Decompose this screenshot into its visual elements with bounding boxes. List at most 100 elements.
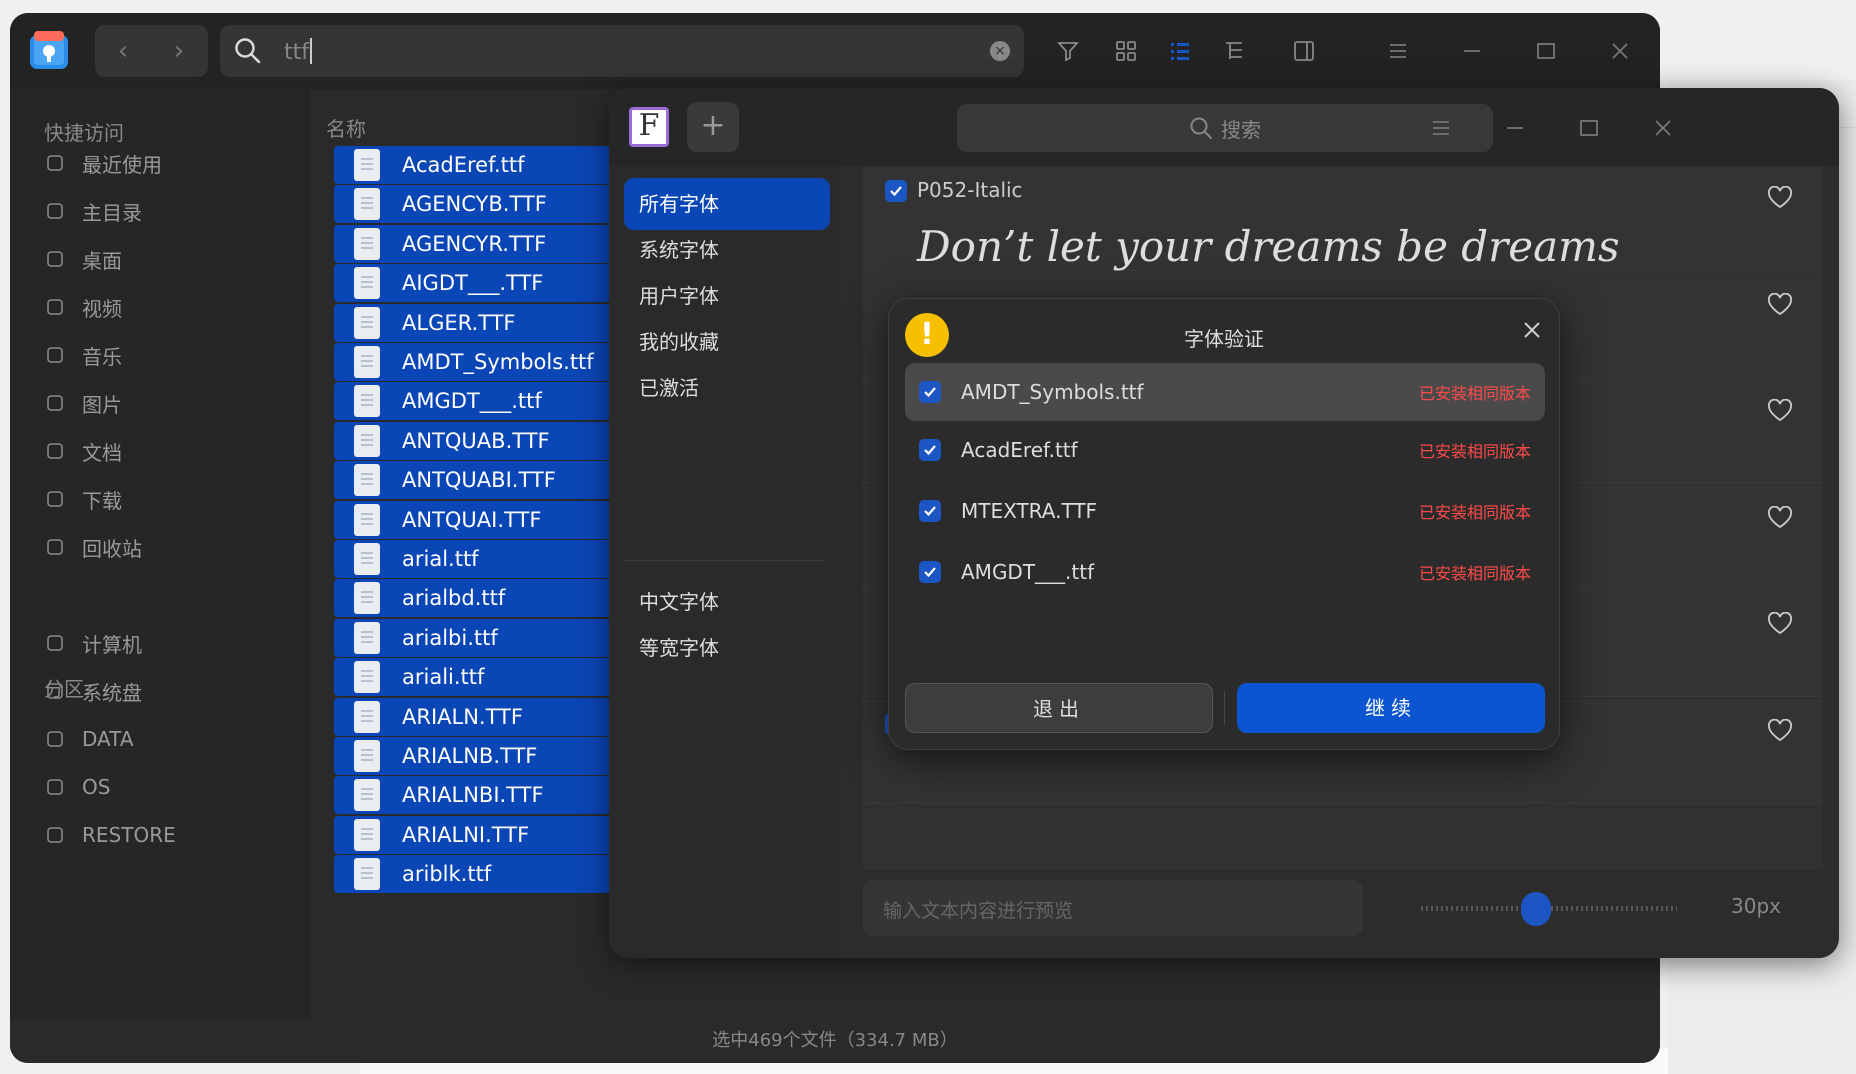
drive-icon — [44, 776, 66, 798]
nav-item[interactable]: 等宽字体 — [624, 622, 830, 674]
sidebar-drive[interactable]: DATA — [44, 719, 134, 759]
nav-item[interactable]: 用户字体 — [624, 270, 830, 322]
sidebar-item[interactable]: 主目录 — [44, 191, 142, 231]
close-icon[interactable] — [1645, 112, 1681, 144]
font-search-placeholder: 搜索 — [1221, 117, 1261, 142]
file-name: ALGER.TTF — [402, 310, 516, 335]
file-name: AMGDT___.ttf — [402, 389, 542, 414]
verification-row[interactable]: AcadEref.ttf 已安装相同版本 — [905, 424, 1545, 476]
filter-icon[interactable] — [1050, 33, 1086, 69]
install-checkbox[interactable] — [919, 561, 941, 583]
file-name: ANTQUAI.TTF — [402, 507, 542, 532]
detail-panel-icon[interactable] — [1286, 33, 1322, 69]
button-separator — [1224, 691, 1225, 725]
drive-icon — [44, 824, 66, 846]
document-icon — [44, 440, 66, 462]
install-checkbox[interactable] — [919, 500, 941, 522]
sidebar-item[interactable]: 最近使用 — [44, 143, 162, 183]
favorite-heart-icon[interactable] — [1767, 612, 1793, 636]
search-icon — [234, 37, 262, 65]
sidebar-item[interactable]: 图片 — [44, 383, 122, 423]
file-name: arial.ttf — [402, 547, 479, 571]
sidebar-item[interactable]: 视频 — [44, 287, 122, 327]
clock-icon — [44, 152, 66, 174]
add-font-button[interactable]: + — [687, 102, 739, 152]
sidebar-item[interactable]: 回收站 — [44, 527, 142, 567]
back-button[interactable]: ‹ — [95, 25, 151, 77]
dialog-file-name: MTEXTRA.TTF — [961, 499, 1098, 523]
menu-icon[interactable] — [1380, 33, 1416, 69]
install-checkbox[interactable] — [919, 381, 941, 403]
close-icon[interactable] — [1521, 319, 1543, 341]
selection-status: 选中469个文件（334.7 MB） — [10, 1019, 1660, 1063]
menu-icon[interactable] — [1423, 112, 1459, 144]
tree-view-icon[interactable] — [1216, 33, 1252, 69]
nav-item[interactable]: 系统字体 — [624, 224, 830, 276]
forward-button[interactable]: › — [151, 25, 207, 77]
favorite-heart-icon[interactable] — [1767, 505, 1793, 530]
minimize-icon[interactable] — [1497, 112, 1533, 144]
sidebar-item-label: 桌面 — [82, 248, 122, 273]
quit-button[interactable]: 退出 — [905, 683, 1213, 733]
sidebar-drive[interactable]: 系统盘 — [44, 671, 142, 711]
sidebar-item[interactable]: 音乐 — [44, 335, 122, 375]
nav-item[interactable]: 中文字体 — [624, 576, 830, 628]
nav-item[interactable]: 已激活 — [624, 362, 830, 414]
favorite-heart-icon[interactable] — [1767, 186, 1793, 210]
maximize-icon[interactable] — [1528, 33, 1564, 69]
preview-text-input[interactable]: 输入文本内容进行预览 — [863, 880, 1363, 936]
font-file-icon — [354, 149, 380, 181]
list-view-icon[interactable] — [1162, 33, 1198, 69]
sidebar-item[interactable]: 文档 — [44, 431, 122, 471]
install-checkbox[interactable] — [919, 439, 941, 461]
font-size-slider[interactable] — [1421, 892, 1677, 926]
favorite-heart-icon[interactable] — [1767, 399, 1793, 423]
verification-row[interactable]: AMGDT___.ttf 已安装相同版本 — [905, 546, 1545, 598]
preview-toolbar: 输入文本内容进行预览 30px — [863, 870, 1823, 958]
sidebar-drive-label: 计算机 — [82, 632, 142, 657]
font-file-icon — [354, 227, 380, 260]
verification-row[interactable]: AMDT_Symbols.ttf 已安装相同版本 — [905, 363, 1545, 421]
font-file-icon — [354, 385, 380, 418]
font-enabled-checkbox[interactable] — [885, 180, 907, 202]
file-name-cell: ariblk.ttf — [334, 851, 491, 897]
file-search-field[interactable]: ttf × — [220, 25, 1024, 77]
dialog-title: 字体验证 — [1184, 327, 1264, 351]
file-manager-sidebar: 快捷访问 最近使用 主目录 桌面 视频 音乐 图片 文档 下载 回收站 分区 计算机 系统盘 DAT… — [10, 89, 310, 1063]
maximize-icon[interactable] — [1571, 112, 1607, 144]
sidebar-item[interactable]: 桌面 — [44, 239, 122, 279]
font-file-icon — [354, 543, 380, 575]
sidebar-drive[interactable]: RESTORE — [44, 815, 176, 855]
minimize-icon[interactable] — [1454, 33, 1490, 69]
quick-access-header: 快捷访问 — [44, 121, 124, 145]
font-search-field[interactable]: 搜索 — [957, 104, 1493, 152]
sidebar-item[interactable]: 下载 — [44, 479, 122, 519]
nav-item[interactable]: 所有字体 — [624, 178, 830, 230]
search-input[interactable]: ttf — [284, 38, 312, 65]
close-icon[interactable] — [1602, 33, 1638, 69]
verification-row[interactable]: MTEXTRA.TTF 已安装相同版本 — [905, 485, 1545, 537]
sidebar-item-label: 最近使用 — [82, 152, 162, 177]
continue-button[interactable]: 继续 — [1237, 683, 1545, 733]
sidebar-drive[interactable]: OS — [44, 767, 110, 807]
favorite-heart-icon[interactable] — [1767, 292, 1793, 317]
sidebar-drive[interactable]: 计算机 — [44, 623, 142, 663]
sidebar-item-label: 下载 — [82, 488, 122, 513]
name-column-header[interactable]: 名称 — [326, 113, 366, 142]
font-size-slider-knob[interactable] — [1521, 892, 1552, 926]
nav-item[interactable]: 我的收藏 — [624, 316, 830, 368]
file-name: AIGDT___.TTF — [402, 271, 544, 296]
icon-view-icon[interactable] — [1108, 33, 1144, 69]
font-file-icon — [354, 740, 380, 772]
file-name: AGENCYR.TTF — [402, 231, 547, 256]
font-file-icon — [354, 503, 380, 536]
sidebar-drive-label: OS — [82, 775, 111, 799]
picture-icon — [44, 392, 66, 414]
font-card[interactable]: P052-Italic Don’t let your dreams be drea… — [863, 166, 1823, 271]
favorite-heart-icon[interactable] — [1767, 718, 1793, 743]
clear-search-icon[interactable]: × — [990, 41, 1010, 61]
video-icon — [44, 296, 66, 318]
file-name: arialbi.ttf — [402, 625, 498, 650]
font-preview: Don’t let your dreams be dreams — [917, 222, 1620, 271]
status-badge: 已安装相同版本 — [1418, 564, 1531, 583]
